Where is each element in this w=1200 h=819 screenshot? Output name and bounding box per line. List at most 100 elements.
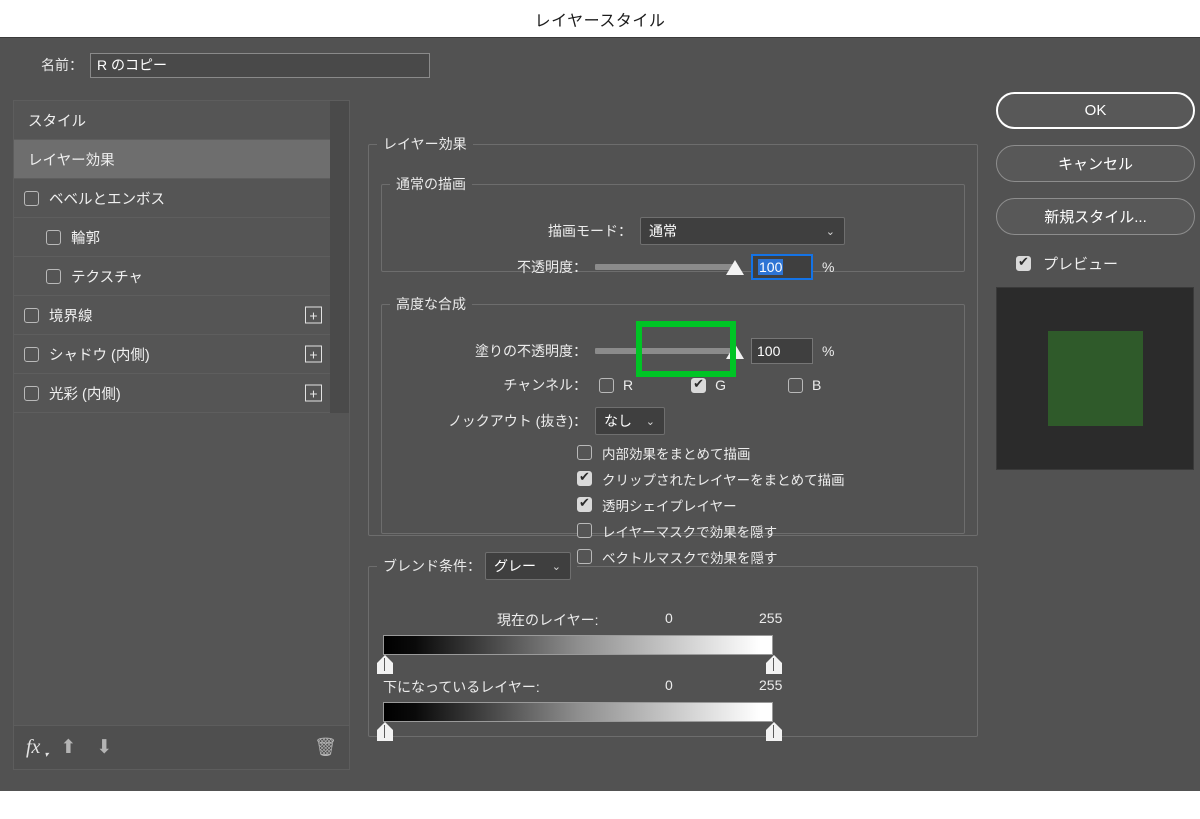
fill-opacity-slider-thumb[interactable] <box>726 344 744 359</box>
name-input[interactable]: R のコピー <box>90 53 430 78</box>
style-row-checkbox[interactable] <box>24 308 39 323</box>
opacity-row: 不透明度： 100 % <box>382 252 952 282</box>
underlying-layer-max: 255 <box>759 677 782 693</box>
channel-r[interactable]: R <box>599 377 633 393</box>
current-layer-max: 255 <box>759 610 782 626</box>
styles-list[interactable]: スタイルレイヤー効果ベベルとエンボス輪郭テクスチャ境界線+シャドウ (内側)+光… <box>14 101 330 413</box>
channel-label-g: G <box>715 377 726 393</box>
underlying-layer-knob-min[interactable] <box>376 722 393 741</box>
style-row-label: レイヤー効果 <box>28 149 115 170</box>
style-row-checkbox[interactable] <box>46 230 61 245</box>
blend-mode-label: 描画モード： <box>382 221 632 241</box>
channel-b[interactable]: B <box>788 377 821 393</box>
channel-g[interactable]: G <box>691 377 726 393</box>
advanced-option-checkbox[interactable] <box>577 445 592 460</box>
channel-label-b: B <box>812 377 821 393</box>
style-row-0[interactable]: スタイル <box>14 101 330 140</box>
opacity-slider-thumb[interactable] <box>726 260 744 275</box>
advanced-option-label: クリップされたレイヤーをまとめて描画 <box>602 469 845 489</box>
preview-checkbox[interactable] <box>1016 256 1031 271</box>
move-down-icon[interactable]: ⬇ <box>96 736 112 759</box>
advanced-option-3[interactable]: レイヤーマスクで効果を隠す <box>577 520 845 541</box>
trash-icon[interactable]: 🗑 <box>314 737 337 758</box>
dialog-actions-column: OK キャンセル 新規スタイル... プレビュー <box>996 92 1196 470</box>
style-row-4[interactable]: テクスチャ <box>14 257 330 296</box>
chevron-down-icon: ⌄ <box>826 225 835 238</box>
style-row-checkbox[interactable] <box>24 191 39 206</box>
advanced-option-checkbox[interactable] <box>577 523 592 538</box>
underlying-layer-gradient-bar[interactable] <box>383 702 773 722</box>
underlying-layer-label: 下になっているレイヤー: <box>383 677 540 697</box>
knockout-label: ノックアウト (抜き)： <box>382 411 587 431</box>
advanced-blending-group: 高度な合成 塗りの不透明度： 100 % チャンネル： RGB ノ <box>381 294 965 534</box>
opacity-unit: % <box>822 259 834 275</box>
fill-opacity-unit: % <box>822 343 834 359</box>
channels-label: チャンネル： <box>382 375 587 395</box>
styles-list-empty-area <box>14 413 349 725</box>
fill-opacity-value: 100 <box>757 343 780 359</box>
layer-effects-legend: レイヤー効果 <box>377 134 473 154</box>
style-row-checkbox[interactable] <box>24 347 39 362</box>
style-row-2[interactable]: ベベルとエンボス <box>14 179 330 218</box>
advanced-option-2[interactable]: 透明シェイプレイヤー <box>577 494 845 515</box>
opacity-value: 100 <box>758 259 783 275</box>
opacity-slider[interactable] <box>595 264 735 270</box>
channels-row: チャンネル： R G B <box>382 370 952 400</box>
layer-effects-group: レイヤー効果 通常の描画 描画モード： 通常 ⌄ 不透明度： <box>368 134 978 536</box>
style-row-3[interactable]: 輪郭 <box>14 218 330 257</box>
add-effect-plus-icon[interactable]: + <box>305 346 322 363</box>
blend-if-channel-value: グレー <box>494 556 536 576</box>
advanced-option-1[interactable]: クリップされたレイヤーをまとめて描画 <box>577 468 845 489</box>
ok-button[interactable]: OK <box>996 92 1195 129</box>
style-row-6[interactable]: シャドウ (内側)+ <box>14 335 330 374</box>
style-row-1[interactable]: レイヤー効果 <box>14 140 330 179</box>
underlying-layer-knob-max[interactable] <box>765 722 782 741</box>
preview-thumbnail <box>996 287 1194 470</box>
channel-checkbox-r[interactable] <box>599 378 614 393</box>
advanced-option-0[interactable]: 内部効果をまとめて描画 <box>577 442 845 463</box>
chevron-down-icon: ⌄ <box>646 415 655 428</box>
current-layer-label: 現在のレイヤー: <box>497 610 598 630</box>
styles-footer-toolbar: fx ⬆ ⬇ 🗑 <box>14 725 349 769</box>
move-up-icon[interactable]: ⬆ <box>60 736 76 759</box>
preview-toggle-row[interactable]: プレビュー <box>1016 251 1196 275</box>
channel-checkbox-b[interactable] <box>788 378 803 393</box>
new-style-button[interactable]: 新規スタイル... <box>996 198 1195 235</box>
style-row-label: 境界線 <box>49 305 93 326</box>
fill-opacity-row: 塗りの不透明度： 100 % <box>382 336 952 366</box>
name-row: 名前： R のコピー <box>0 52 440 78</box>
style-row-5[interactable]: 境界線 + <box>14 296 330 335</box>
advanced-option-label: レイヤーマスクで効果を隠す <box>602 521 777 541</box>
preview-swatch <box>1048 331 1143 426</box>
opacity-input[interactable]: 100 <box>751 254 813 280</box>
fill-opacity-slider[interactable] <box>595 348 735 354</box>
knockout-row: ノックアウト (抜き)： なし ⌄ <box>382 406 952 436</box>
blend-if-channel-select[interactable]: グレー ⌄ <box>485 552 571 580</box>
current-layer-knob-min[interactable] <box>376 655 393 674</box>
advanced-option-label: 内部効果をまとめて描画 <box>602 443 751 463</box>
name-label: 名前： <box>0 55 90 75</box>
advanced-option-checkbox[interactable] <box>577 471 592 486</box>
normal-blending-legend: 通常の描画 <box>390 174 472 194</box>
style-row-label: スタイル <box>28 110 86 131</box>
cancel-button[interactable]: キャンセル <box>996 145 1195 182</box>
blend-mode-select[interactable]: 通常 ⌄ <box>640 217 845 245</box>
style-row-checkbox[interactable] <box>46 269 61 284</box>
blend-mode-value: 通常 <box>649 221 677 241</box>
advanced-option-checkbox[interactable] <box>577 497 592 512</box>
add-effect-plus-icon[interactable]: + <box>305 385 322 402</box>
chevron-down-icon: ⌄ <box>552 560 561 573</box>
current-layer-gradient-bar[interactable] <box>383 635 773 655</box>
channel-checkbox-g[interactable] <box>691 378 706 393</box>
opacity-label: 不透明度： <box>382 257 587 277</box>
knockout-select[interactable]: なし ⌄ <box>595 407 665 435</box>
current-layer-knob-max[interactable] <box>765 655 782 674</box>
style-row-checkbox[interactable] <box>24 386 39 401</box>
style-row-label: テクスチャ <box>71 266 143 287</box>
window-title-bar: レイヤースタイル <box>0 0 1200 38</box>
fx-icon[interactable]: fx <box>26 736 40 759</box>
add-effect-plus-icon[interactable]: + <box>305 307 322 324</box>
style-row-7[interactable]: 光彩 (内側)+ <box>14 374 330 413</box>
fill-opacity-input[interactable]: 100 <box>751 338 813 364</box>
knockout-value: なし <box>604 411 632 431</box>
